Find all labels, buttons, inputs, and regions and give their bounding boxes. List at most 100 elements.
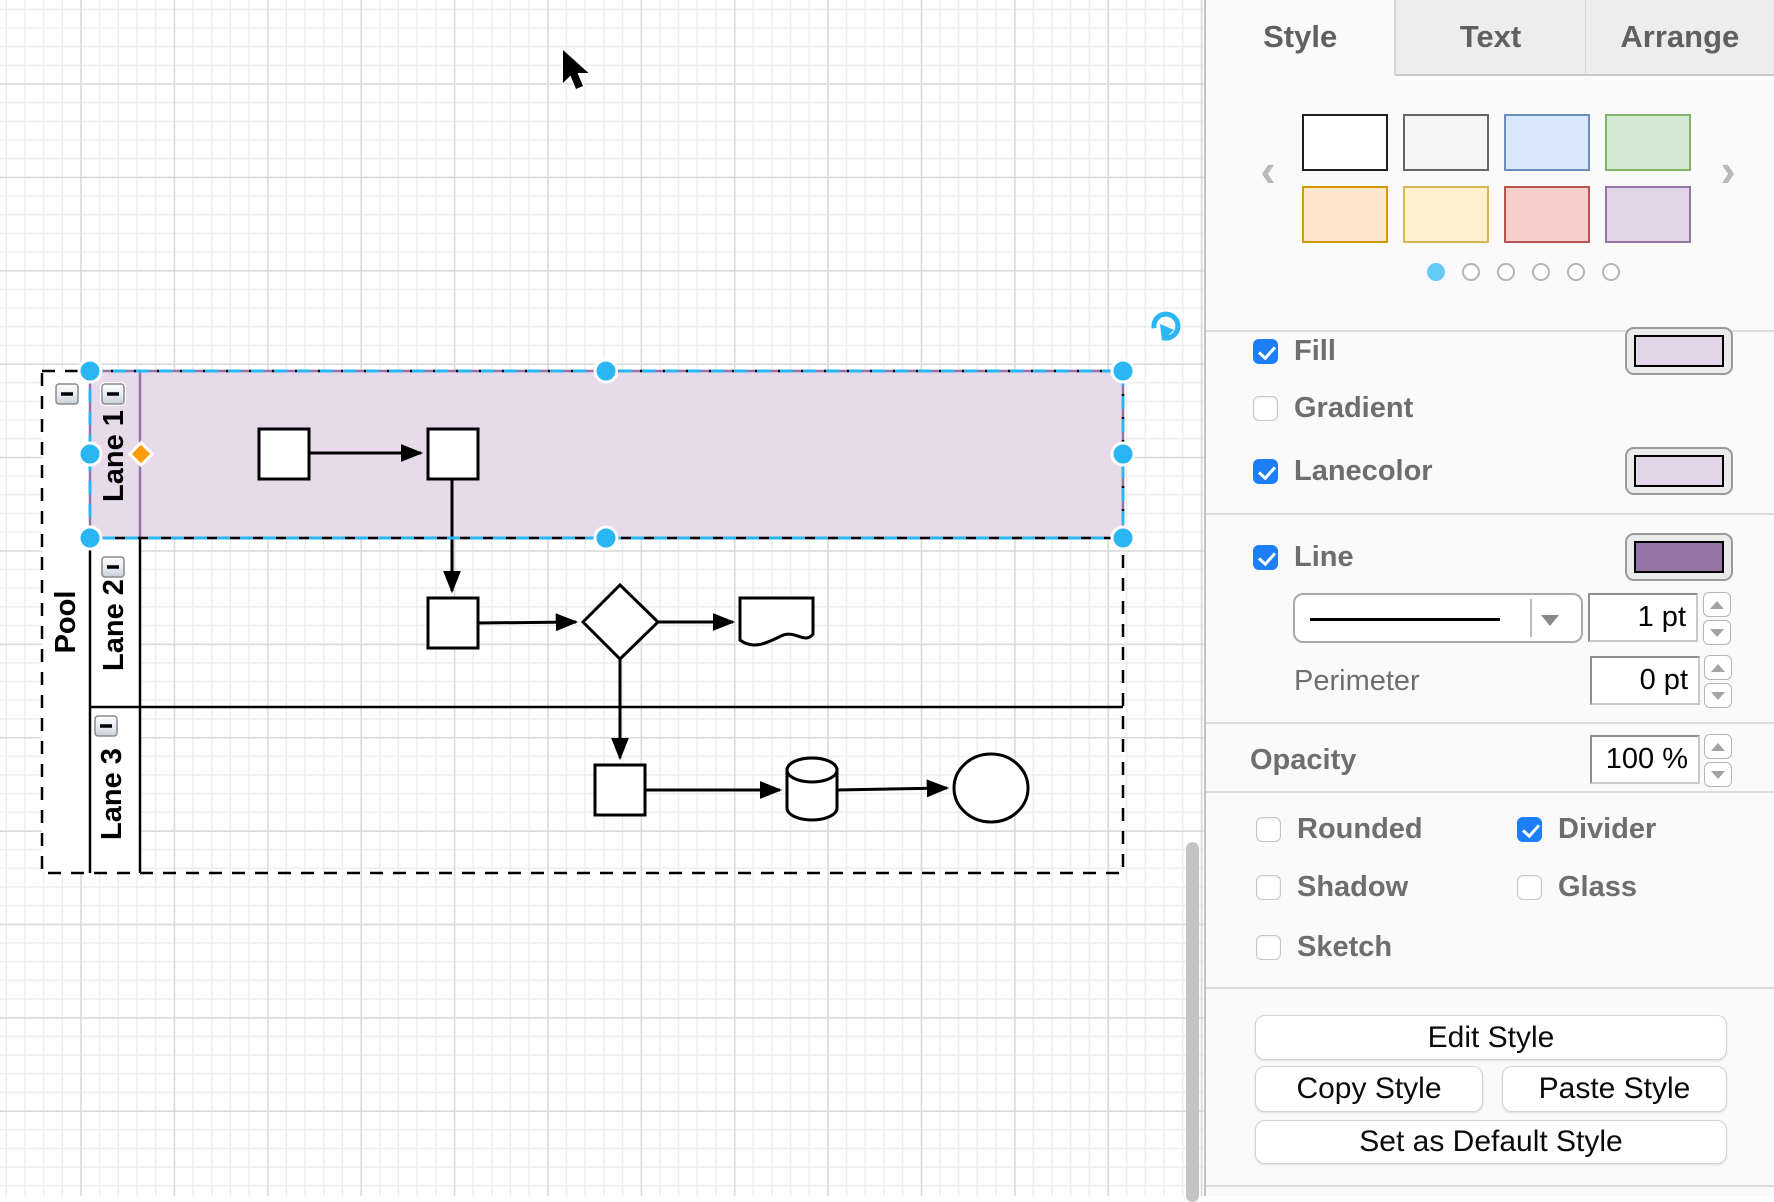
copy-style-button[interactable]: Copy Style [1255, 1066, 1483, 1112]
style-palette [1302, 114, 1692, 244]
lane-2-label[interactable]: Lane 2 [98, 579, 130, 671]
lanecolor-label: Lanecolor [1294, 455, 1433, 488]
process-box-3[interactable] [428, 598, 478, 648]
fill-color-preview [1634, 335, 1724, 367]
page-dot-5[interactable] [1567, 263, 1585, 281]
perimeter-label: Perimeter [1294, 665, 1420, 698]
database-cylinder-top [787, 758, 837, 782]
palette-swatch-purple[interactable] [1605, 186, 1691, 243]
page-dot-3[interactable] [1497, 263, 1515, 281]
rotate-handle-icon[interactable] [1154, 314, 1178, 341]
fill-label: Fill [1294, 335, 1336, 368]
glass-checkbox[interactable] [1517, 875, 1542, 900]
divider-label: Divider [1558, 813, 1656, 846]
section-divider [1206, 987, 1774, 989]
palette-swatch-green[interactable] [1605, 114, 1691, 171]
line-style-dropdown[interactable] [1293, 593, 1583, 643]
stepper-up-icon[interactable] [1704, 734, 1732, 759]
diagram-canvas[interactable]: Pool Lane 1 Lane 2 Lane 3 [0, 0, 1206, 1196]
dropdown-separator [1530, 599, 1532, 637]
line-width-input[interactable] [1588, 593, 1698, 642]
fill-color-button[interactable] [1625, 327, 1733, 375]
lane-2-collapse-icon[interactable] [102, 557, 124, 577]
handle-middle-right[interactable] [1112, 443, 1134, 465]
lane-1-label[interactable]: Lane 1 [98, 410, 130, 502]
tab-arrange[interactable]: Arrange [1585, 0, 1774, 76]
glass-label: Glass [1558, 871, 1637, 904]
stepper-down-icon[interactable] [1704, 683, 1732, 708]
line-color-button[interactable] [1625, 533, 1733, 581]
lane-1-collapse-icon[interactable] [102, 384, 124, 404]
lanecolor-color-button[interactable] [1625, 447, 1733, 495]
line-color-preview [1634, 541, 1724, 573]
section-divider [1206, 1185, 1774, 1187]
tab-text[interactable]: Text [1395, 0, 1584, 76]
canvas-vertical-scrollbar[interactable] [1186, 842, 1199, 1202]
handle-middle-left[interactable] [79, 443, 101, 465]
decision-diamond[interactable] [583, 585, 658, 659]
palette-swatch-gray[interactable] [1403, 114, 1489, 171]
tab-style[interactable]: Style [1206, 0, 1395, 76]
handle-bottom-center[interactable] [595, 527, 617, 549]
fill-checkbox[interactable] [1253, 339, 1278, 364]
paste-style-button[interactable]: Paste Style [1502, 1066, 1727, 1112]
process-box-4[interactable] [595, 765, 645, 815]
section-divider [1206, 722, 1774, 724]
mouse-cursor-icon [563, 50, 589, 89]
document-shape[interactable] [740, 598, 813, 645]
pool-label[interactable]: Pool [50, 591, 82, 654]
palette-next-icon[interactable]: › [1708, 148, 1748, 192]
lanecolor-color-preview [1634, 455, 1724, 487]
end-ellipse[interactable] [954, 754, 1028, 822]
stepper-down-icon[interactable] [1704, 762, 1732, 787]
edit-style-button[interactable]: Edit Style [1255, 1015, 1727, 1060]
handle-top-right[interactable] [1112, 360, 1134, 382]
palette-swatch-blue[interactable] [1504, 114, 1590, 171]
process-box-2[interactable] [428, 429, 478, 479]
dropdown-arrow-icon [1541, 615, 1559, 626]
lanecolor-checkbox[interactable] [1253, 459, 1278, 484]
opacity-stepper[interactable] [1704, 734, 1732, 787]
page-dot-6[interactable] [1602, 263, 1620, 281]
lane-3-collapse-icon[interactable] [95, 716, 117, 736]
perimeter-stepper[interactable] [1704, 655, 1732, 708]
connector-7[interactable] [837, 788, 947, 790]
section-divider [1206, 513, 1774, 515]
stepper-up-icon[interactable] [1704, 655, 1732, 680]
palette-page-dots [1427, 263, 1620, 281]
stepper-down-icon[interactable] [1703, 620, 1731, 645]
palette-swatch-default[interactable] [1302, 114, 1388, 171]
divider-checkbox[interactable] [1517, 817, 1542, 842]
process-box-1[interactable] [259, 429, 309, 479]
pool-collapse-icon[interactable] [56, 384, 78, 404]
format-panel: Style Text Arrange ‹ › Fill Gradient L [1206, 0, 1774, 1196]
line-label: Line [1294, 541, 1354, 574]
connector-3[interactable] [478, 622, 576, 623]
handle-bottom-left[interactable] [79, 527, 101, 549]
sketch-checkbox[interactable] [1256, 935, 1281, 960]
palette-swatch-orange[interactable] [1302, 186, 1388, 243]
lane-1[interactable] [90, 371, 1123, 538]
format-tabs: Style Text Arrange [1206, 0, 1774, 76]
page-dot-2[interactable] [1462, 263, 1480, 281]
line-style-sample [1310, 618, 1500, 621]
stepper-up-icon[interactable] [1703, 592, 1731, 617]
lane-borders [90, 538, 1123, 873]
line-checkbox[interactable] [1253, 545, 1278, 570]
line-width-stepper[interactable] [1703, 592, 1731, 645]
perimeter-input[interactable] [1590, 656, 1700, 705]
diagram-svg: Pool Lane 1 Lane 2 Lane 3 [0, 0, 1206, 1196]
palette-prev-icon[interactable]: ‹ [1248, 148, 1288, 192]
handle-top-left[interactable] [79, 360, 101, 382]
palette-swatch-red[interactable] [1504, 186, 1590, 243]
page-dot-1[interactable] [1427, 263, 1445, 281]
gradient-checkbox[interactable] [1253, 396, 1278, 421]
page-dot-4[interactable] [1532, 263, 1550, 281]
opacity-input[interactable] [1590, 735, 1700, 784]
lane-3-label[interactable]: Lane 3 [96, 748, 128, 840]
palette-swatch-yellow[interactable] [1403, 186, 1489, 243]
set-default-style-button[interactable]: Set as Default Style [1255, 1120, 1727, 1164]
handle-top-center[interactable] [595, 360, 617, 382]
section-divider [1206, 791, 1774, 793]
handle-bottom-right[interactable] [1112, 527, 1134, 549]
